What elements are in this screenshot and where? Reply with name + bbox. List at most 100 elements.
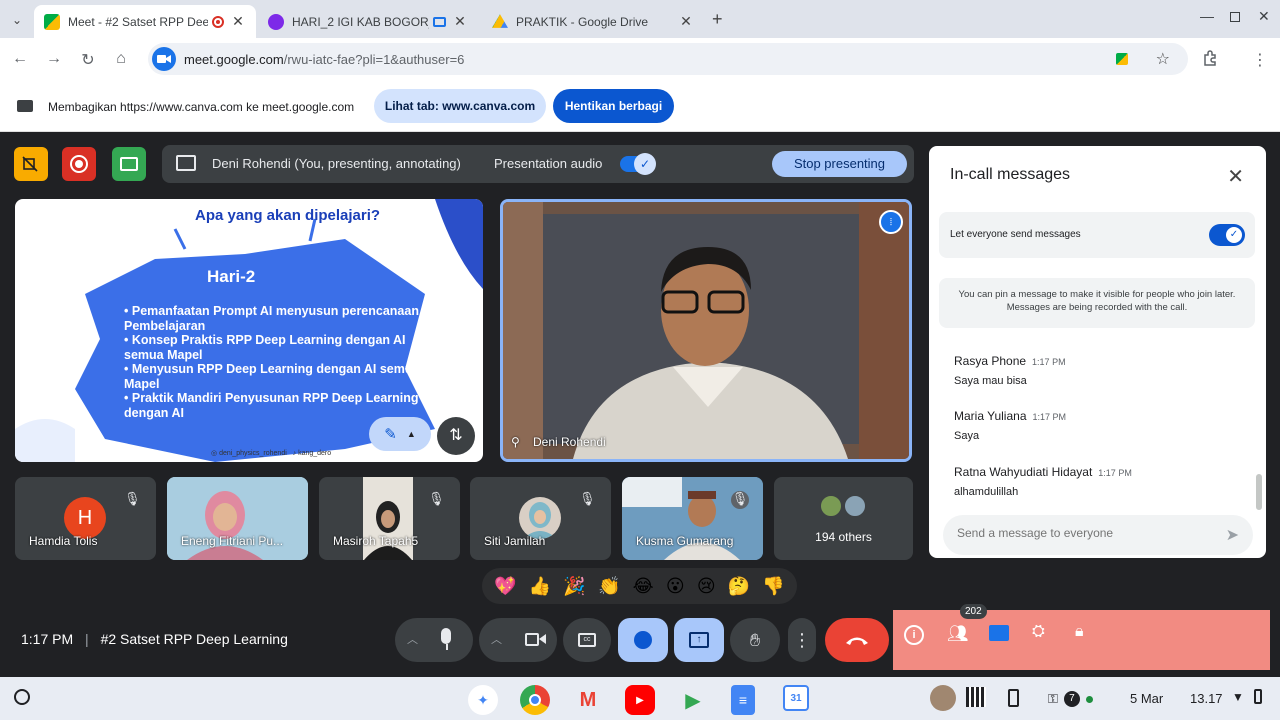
present-now-button[interactable]: ↑ — [674, 618, 724, 662]
forward-icon[interactable]: → — [44, 50, 64, 68]
presentation-audio-toggle[interactable]: ✓ — [620, 153, 656, 175]
message-time: 1:17 PM — [1032, 357, 1066, 367]
chat-icon[interactable] — [989, 625, 1009, 641]
no-camera-button[interactable] — [14, 147, 48, 181]
speaker-video-tile[interactable]: ⦙ ⚲ Deni Rohendi — [500, 199, 912, 462]
launcher-icon[interactable] — [14, 689, 30, 705]
reload-icon[interactable]: ↻ — [78, 50, 98, 70]
tab-title: PRAKTIK - Google Drive — [516, 14, 649, 29]
tab-title: Meet - #2 Satset RPP Deep — [68, 14, 208, 29]
tab-hari2[interactable]: HARI_2 IGI KAB BOGOR_RPP ✕ — [258, 5, 478, 38]
close-tab-icon[interactable]: ✕ — [678, 13, 694, 30]
participant-tile[interactable]: H 🎙︎ Hamdia Tolis — [15, 477, 156, 560]
phone-hub-icon[interactable] — [1008, 689, 1019, 707]
youtube-icon[interactable]: ▶ — [625, 685, 655, 715]
host-controls-icon[interactable]: 🔒︎ — [1075, 623, 1084, 641]
send-icon[interactable]: ➤ — [1226, 525, 1239, 545]
date-display[interactable]: 5 Mar — [1130, 691, 1163, 706]
meet-extension-icon[interactable] — [1116, 53, 1128, 65]
meeting-details-icon[interactable]: i — [904, 625, 924, 645]
close-tab-icon[interactable]: ✕ — [230, 13, 246, 30]
leave-call-button[interactable] — [825, 618, 889, 662]
tab-drive[interactable]: PRAKTIK - Google Drive ✕ — [482, 5, 704, 38]
laugh-reaction-button[interactable]: 😂 — [633, 576, 654, 597]
chrome-icon[interactable] — [520, 685, 550, 715]
swap-button[interactable]: ⇅ — [437, 417, 475, 455]
docs-icon[interactable]: ≡ — [731, 685, 755, 715]
thumbs-down-reaction-button[interactable]: 👎 — [762, 576, 784, 597]
check-icon: ✓ — [1226, 227, 1242, 243]
party-reaction-button[interactable]: 🎉 — [563, 576, 585, 597]
annotate-tool-button[interactable]: ✎ ▲ — [369, 417, 431, 451]
more-menu-icon[interactable]: ⋮ — [1250, 50, 1270, 70]
tab-meet[interactable]: Meet - #2 Satset RPP Deep ✕ — [34, 5, 256, 38]
camera-options-chevron-icon[interactable]: ︿ — [491, 631, 502, 647]
sharing-infobar: Membagikan https://www.canva.com ke meet… — [0, 82, 1280, 132]
slide-bullet: • Praktik Mandiri Penyusunan RPP Deep Le… — [124, 391, 419, 420]
close-tab-icon[interactable]: ✕ — [452, 13, 468, 30]
back-icon[interactable]: ← — [10, 50, 30, 68]
chat-message: Rasya Phone 1:17 PM Saya mau bisa — [954, 354, 1066, 387]
battery-icon — [1254, 689, 1262, 704]
gmail-icon[interactable]: M — [573, 685, 603, 715]
close-window-icon[interactable]: ✕ — [1258, 8, 1270, 25]
gemini-icon[interactable]: ✦ — [468, 685, 498, 715]
play-store-icon[interactable]: ▶ — [678, 685, 708, 715]
key-icon: ⚿ — [1048, 691, 1058, 706]
chevron-down-icon[interactable]: ⌄ — [12, 13, 22, 27]
avatar — [819, 494, 843, 518]
camera-icon[interactable] — [525, 633, 539, 646]
reactions-button[interactable] — [618, 618, 668, 662]
more-options-button[interactable]: ⋮ — [788, 618, 816, 662]
omnibox[interactable]: meet.google.com/rwu-iatc-fae?pli=1&authu… — [148, 43, 1188, 75]
chat-scrollbar[interactable] — [1256, 474, 1262, 510]
participant-tile[interactable]: 🎙︎ Masiroh Tapah5 — [319, 477, 460, 560]
extensions-icon[interactable] — [1200, 50, 1220, 71]
view-tab-button[interactable]: Lihat tab: www.canva.com — [374, 89, 546, 123]
heart-reaction-button[interactable]: 💖 — [494, 576, 516, 597]
restore-icon[interactable] — [1230, 12, 1240, 22]
thumbs-up-reaction-button[interactable]: 👍 — [529, 576, 551, 597]
stop-sharing-button[interactable]: Hentikan berbagi — [553, 89, 674, 123]
new-tab-button[interactable]: + — [712, 9, 723, 30]
participant-tile[interactable]: 🎙︎ Kusma Gumarang — [622, 477, 763, 560]
user-avatar[interactable] — [930, 685, 956, 711]
message-input-box[interactable]: ➤ — [943, 515, 1253, 555]
status-tray[interactable]: ⚿ 7 — [1040, 684, 1116, 714]
minimize-icon[interactable]: — — [1200, 8, 1214, 24]
qr-code-icon[interactable] — [966, 687, 986, 707]
video-camera-icon[interactable] — [152, 47, 176, 71]
camera-control: ︿ — [479, 618, 557, 662]
stop-presenting-button[interactable]: Stop presenting — [772, 151, 907, 177]
activities-icon[interactable]: ⛭ — [1032, 623, 1045, 641]
people-icon[interactable]: 👥︎ — [947, 624, 969, 644]
sad-reaction-button[interactable]: 😢 — [697, 576, 716, 597]
hang-up-icon — [846, 637, 868, 645]
clap-reaction-button[interactable]: 👏 — [598, 576, 620, 597]
allow-messages-toggle[interactable]: ✓ — [1209, 224, 1245, 246]
microphone-icon[interactable] — [441, 628, 451, 644]
message-input[interactable] — [957, 526, 1197, 540]
home-icon[interactable]: ⌂ — [111, 50, 131, 68]
participant-tile[interactable]: Eneng Fitriani Pu... — [167, 477, 308, 560]
star-icon[interactable]: ☆ — [1156, 49, 1170, 69]
participant-name: Deni Rohendi — [533, 435, 606, 449]
companion-button[interactable] — [112, 147, 146, 181]
raise-hand-button[interactable]: ✋︎ — [730, 618, 780, 662]
mic-options-chevron-icon[interactable]: ︿ — [407, 631, 418, 647]
mic-off-icon: 🎙︎ — [579, 491, 596, 506]
surprised-reaction-button[interactable]: 😮 — [666, 576, 685, 597]
people-count-badge: 202 — [960, 604, 987, 619]
participant-tile[interactable]: 🎙︎ Siti Jamilah — [470, 477, 611, 560]
mic-off-icon: 🎙︎ — [124, 491, 141, 506]
captions-button[interactable]: cc — [563, 618, 611, 662]
bullet-text: Menyusun RPP Deep Learning dengan AI sem… — [124, 362, 420, 391]
thinking-reaction-button[interactable]: 🤔 — [728, 576, 750, 597]
recording-button[interactable] — [62, 147, 96, 181]
clock-display[interactable]: 13.17 — [1190, 691, 1223, 706]
calendar-icon[interactable]: 31 — [783, 685, 809, 711]
others-tile[interactable]: 194 others — [774, 477, 913, 560]
close-panel-icon[interactable]: ✕ — [1227, 164, 1244, 189]
os-taskbar: ✦ M ▶ ▶ ≡ 31 ⚿ 7 5 Mar 13.17 ▼ — [0, 677, 1280, 720]
meeting-info: 1:17 PM | #2 Satset RPP Deep Learning — [21, 631, 288, 647]
